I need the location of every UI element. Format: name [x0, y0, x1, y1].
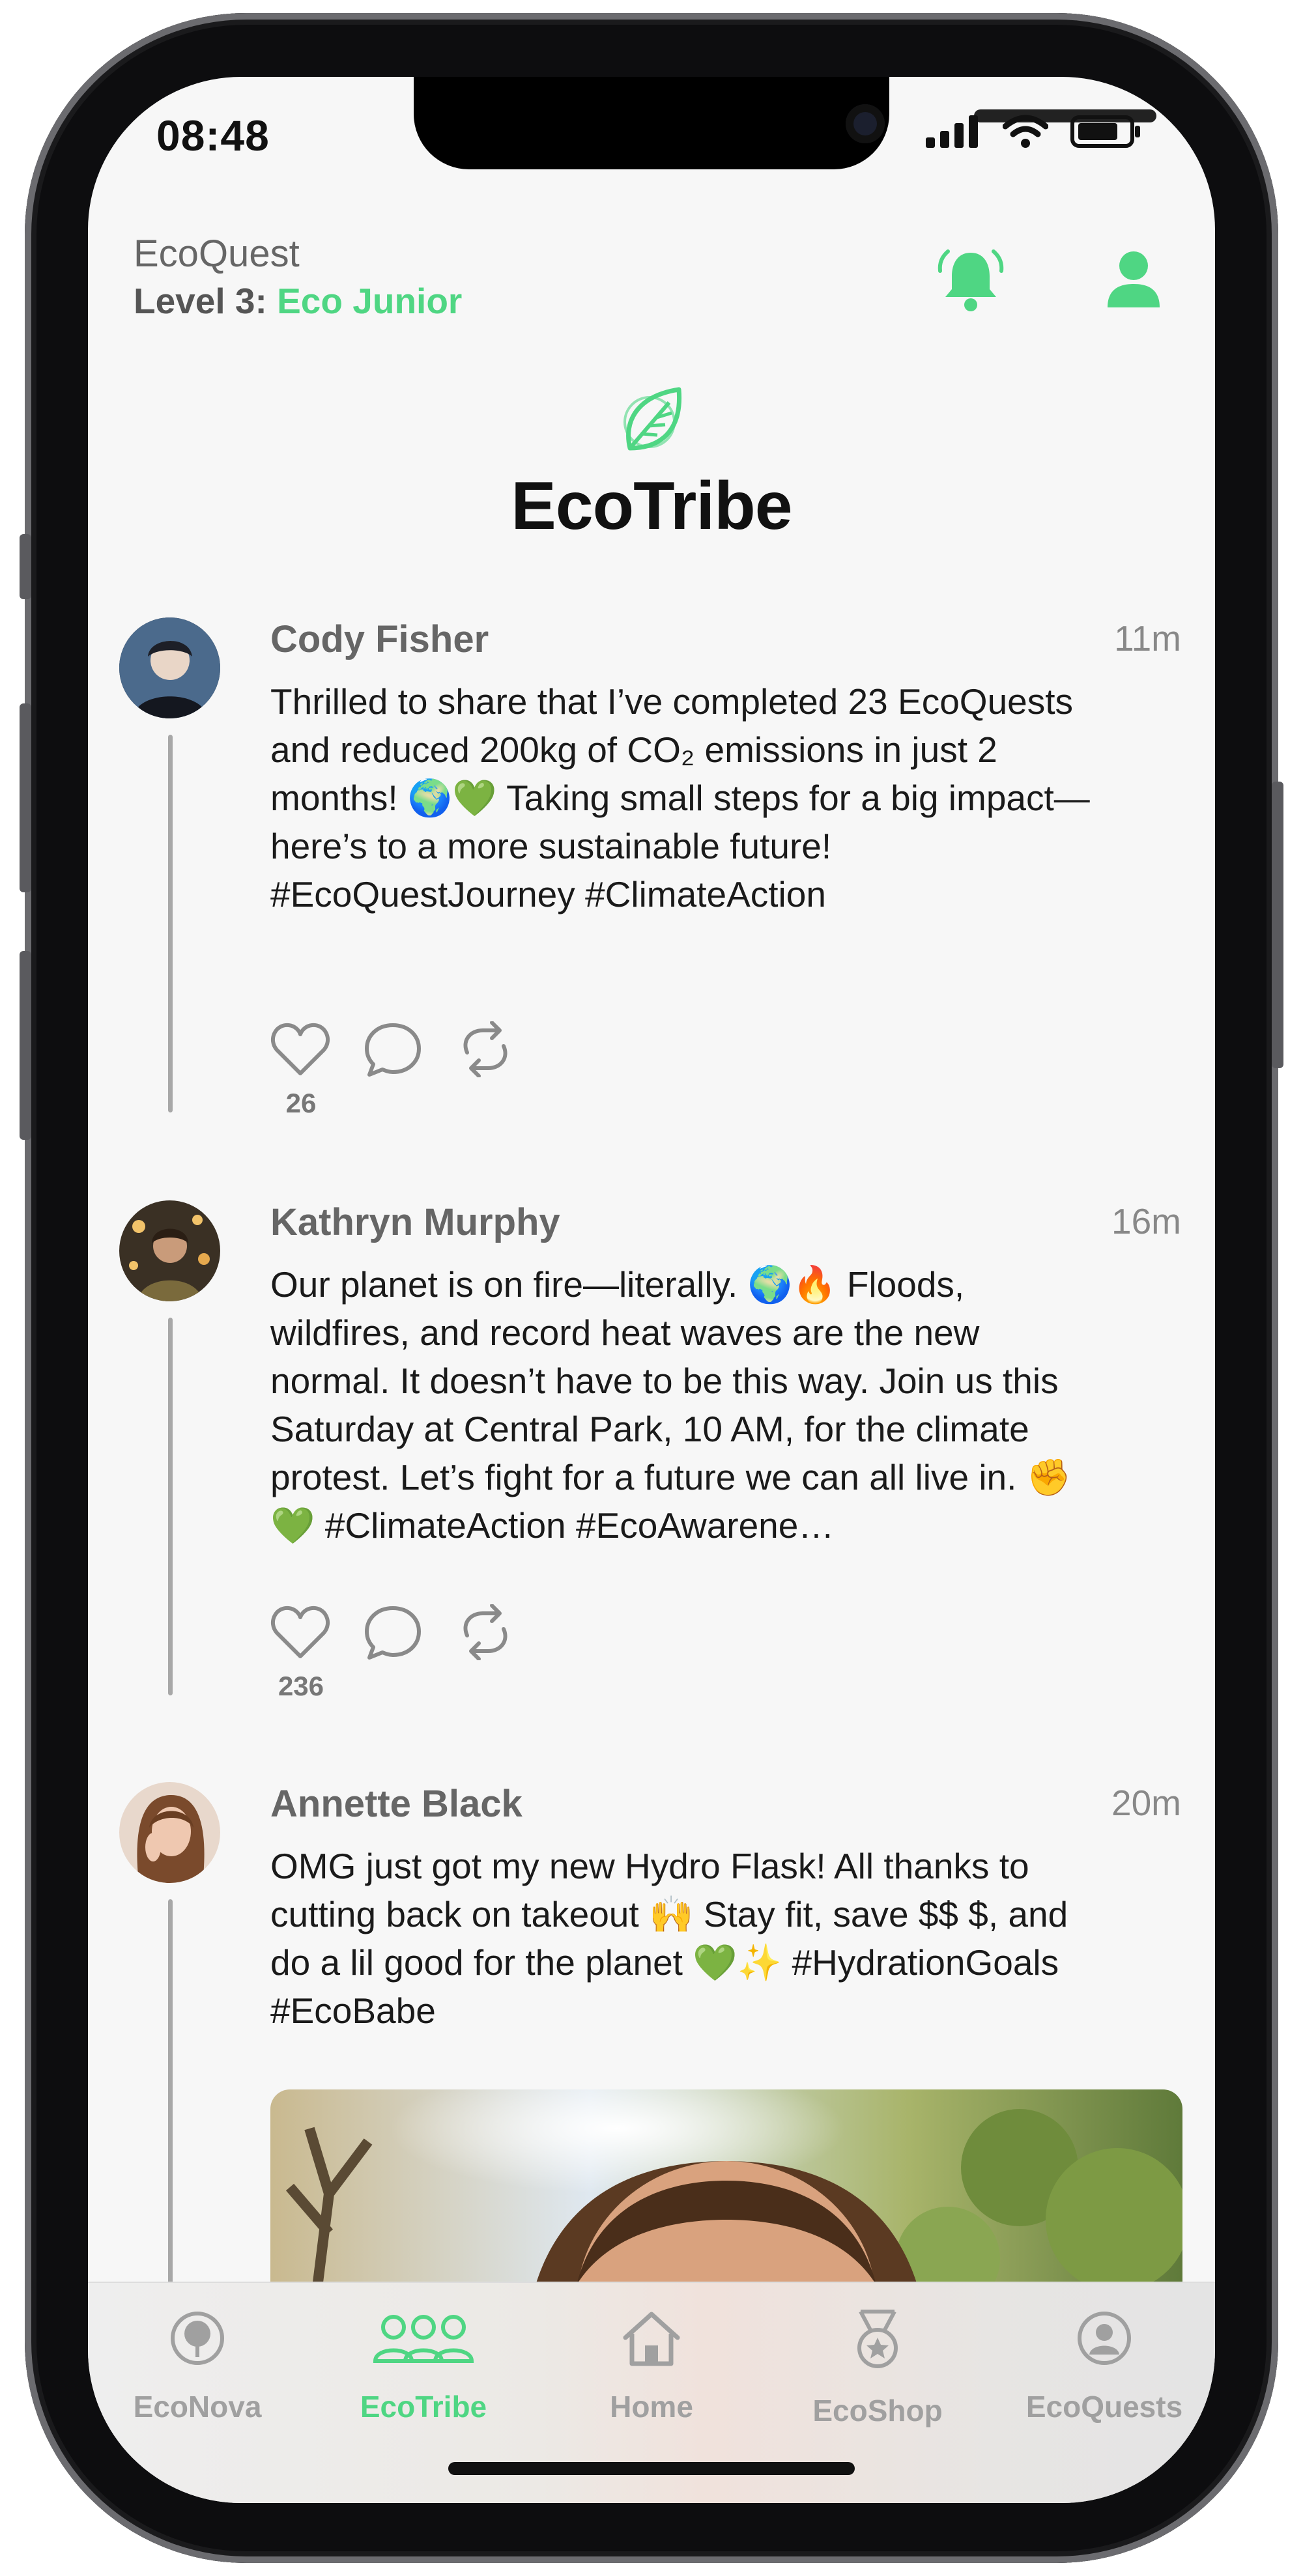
post-card: Cody Fisher 11m Thrilled to share that I… — [88, 617, 1215, 1132]
level-name: Eco Junior — [277, 281, 463, 321]
front-camera — [846, 104, 885, 143]
tab-ecoquests[interactable]: EcoQuests — [1007, 2309, 1202, 2424]
avatar-cody-fisher[interactable] — [119, 617, 220, 718]
comment-icon[interactable] — [363, 1021, 423, 1077]
home-indicator — [448, 2462, 855, 2475]
post-time: 11m — [1114, 618, 1181, 658]
post-text: OMG just got my new Hydro Flask! All tha… — [270, 1846, 1068, 2031]
volume-up-button — [20, 703, 31, 892]
like-heart-icon[interactable] — [270, 1021, 330, 1077]
tab-label: Home — [610, 2390, 693, 2424]
tab-label: EcoTribe — [360, 2390, 487, 2424]
avatar-photo — [119, 1200, 220, 1301]
tab-label: EcoNova — [133, 2390, 262, 2424]
post-author[interactable]: Annette Black — [270, 1782, 523, 1826]
post-author[interactable]: Cody Fisher — [270, 617, 489, 661]
thread-line — [168, 735, 173, 1112]
notification-bell-icon[interactable] — [935, 245, 1007, 317]
avatar-photo — [119, 1782, 220, 1883]
notch — [414, 77, 1156, 169]
level-prefix: Level 3: — [134, 281, 267, 321]
like-heart-icon[interactable] — [270, 1604, 330, 1660]
tree-icon — [171, 2312, 224, 2365]
post-card: Annette Black 20m OMG just got my new Hy… — [88, 1782, 1215, 2368]
status-icons — [926, 115, 1142, 149]
status-time: 08:48 — [156, 111, 270, 160]
brand-title: EcoTribe — [511, 468, 792, 544]
mute-switch — [20, 534, 31, 599]
avatar-photo — [119, 617, 220, 718]
repost-icon[interactable] — [455, 1021, 515, 1077]
profile-circle-icon — [1078, 2312, 1131, 2365]
group-icon — [373, 2315, 474, 2363]
post-text: Thrilled to share that I’ve completed 23… — [270, 681, 1090, 914]
thread-line — [168, 1318, 173, 1695]
post-author[interactable]: Kathryn Murphy — [270, 1200, 560, 1244]
app-name: EcoQuest — [134, 233, 300, 275]
post-actions — [270, 1604, 515, 1660]
signal-icon — [926, 115, 978, 148]
tab-ecoshop[interactable]: EcoShop — [780, 2309, 975, 2428]
leaf-logo-icon — [623, 387, 682, 451]
tab-econova[interactable]: EcoNova — [100, 2309, 295, 2424]
avatar-annette-black[interactable] — [119, 1782, 220, 1883]
tab-label: EcoShop — [812, 2394, 943, 2427]
wifi-icon — [1003, 115, 1048, 148]
volume-down-button — [20, 951, 31, 1140]
medal-icon — [857, 2310, 898, 2368]
post-time: 20m — [1111, 1783, 1181, 1823]
post-text: Our planet is on fire—literally. 🌍🔥 Floo… — [270, 1264, 1072, 1546]
battery-icon — [1070, 115, 1140, 148]
power-button — [1272, 782, 1283, 1068]
post-time: 16m — [1111, 1201, 1181, 1241]
tab-home[interactable]: Home — [554, 2309, 749, 2424]
like-count: 26 — [285, 1088, 317, 1118]
like-count: 236 — [278, 1671, 324, 1701]
tab-ecotribe[interactable]: EcoTribe — [326, 2309, 521, 2424]
app-screen: 08:48 EcoQuest Level 3: Eco Junior EcoTr… — [88, 77, 1215, 2503]
home-icon — [623, 2312, 680, 2366]
profile-icon[interactable] — [1101, 248, 1166, 313]
level-indicator: Level 3: Eco Junior — [134, 280, 462, 322]
repost-icon[interactable] — [455, 1604, 515, 1660]
post-card: Kathryn Murphy 16m Our planet is on fire… — [88, 1200, 1215, 1715]
tab-label: EcoQuests — [1025, 2390, 1183, 2424]
post-actions — [270, 1021, 515, 1077]
avatar-kathryn-murphy[interactable] — [119, 1200, 220, 1301]
comment-icon[interactable] — [363, 1604, 423, 1660]
